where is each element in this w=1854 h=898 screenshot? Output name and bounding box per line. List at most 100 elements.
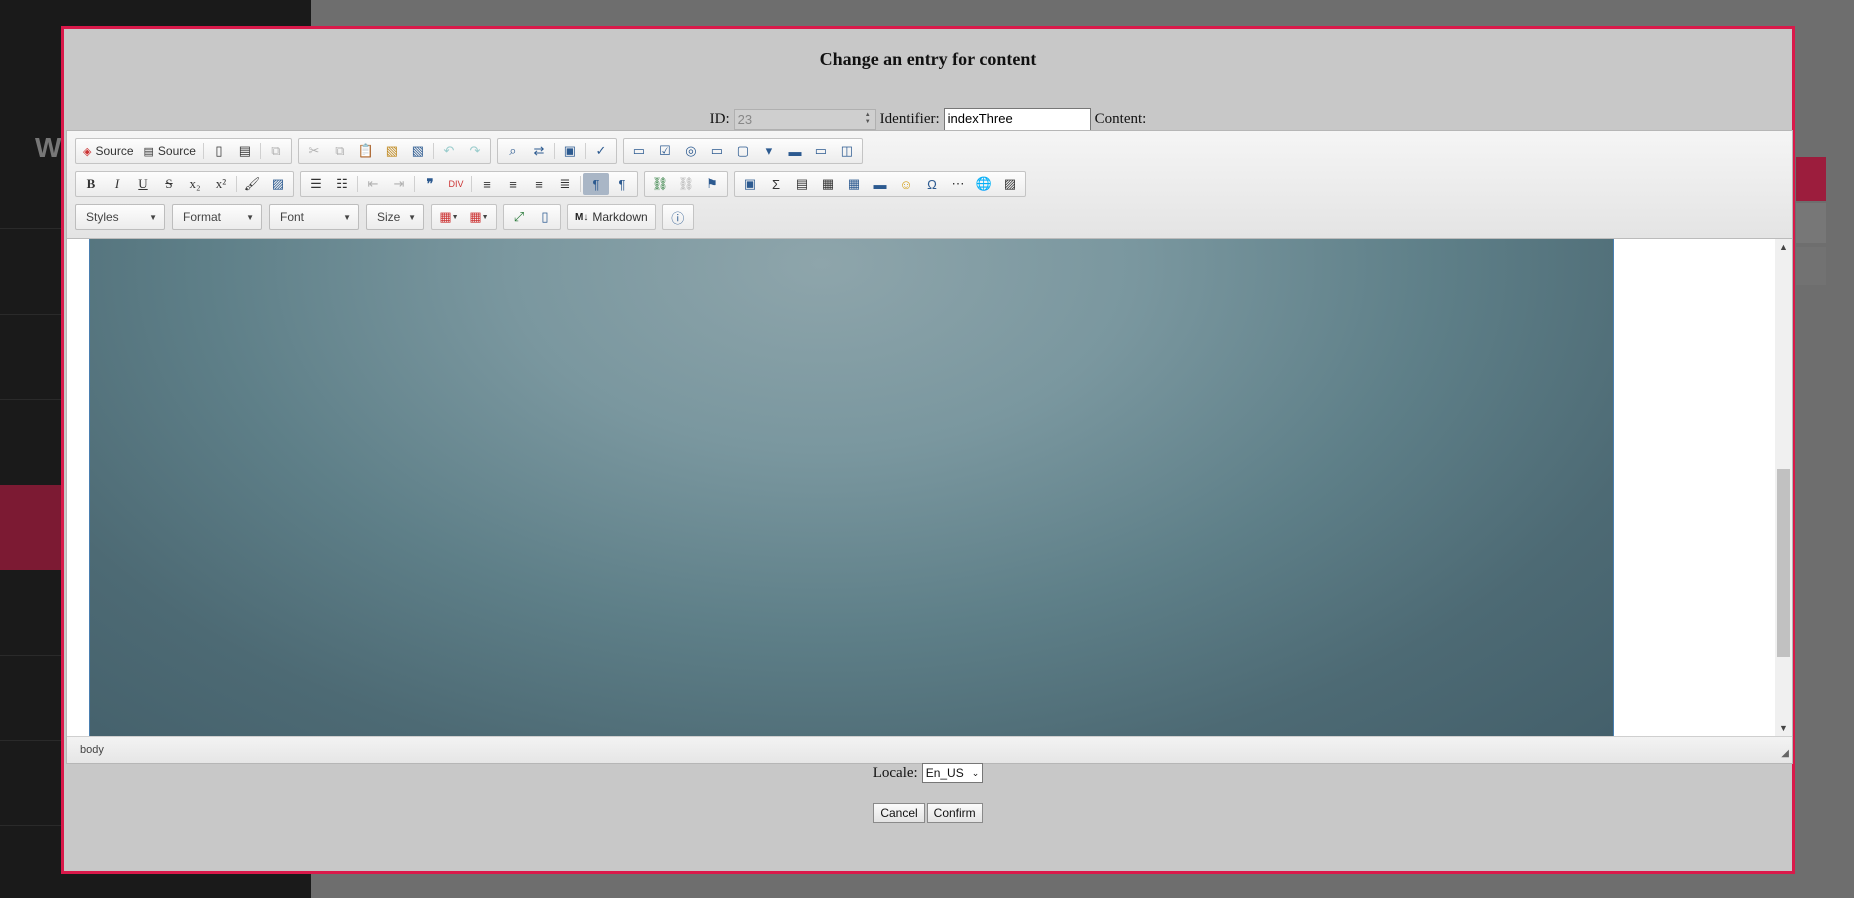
button-field-icon[interactable]: ▬: [782, 140, 808, 162]
outdent-icon[interactable]: ⇤: [360, 173, 386, 195]
image-gallery-icon[interactable]: ▨: [997, 173, 1023, 195]
numbered-list-icon[interactable]: ☰: [303, 173, 329, 195]
dialog-buttons: Cancel Confirm: [64, 803, 1792, 823]
strike-icon[interactable]: S: [156, 173, 182, 195]
align-center-icon[interactable]: ≡: [500, 173, 526, 195]
remove-format-icon[interactable]: ▨: [265, 173, 291, 195]
source-button[interactable]: ◈ Source: [78, 140, 139, 162]
text-color-icon[interactable]: ▦ ▼: [434, 206, 464, 228]
subscript-icon[interactable]: x₂: [182, 173, 208, 195]
styles-label: Styles: [86, 210, 119, 224]
templates-icon[interactable]: ⧉: [263, 140, 289, 162]
new-page-icon[interactable]: ▯: [206, 140, 232, 162]
creatediv-icon[interactable]: DIV: [443, 173, 469, 195]
math-icon[interactable]: Σ: [763, 173, 789, 195]
element-path[interactable]: body: [80, 744, 104, 756]
smiley-icon[interactable]: ☺: [893, 173, 919, 195]
confirm-button[interactable]: Confirm: [926, 803, 983, 823]
image-icon[interactable]: ▣: [737, 173, 763, 195]
spellcheck-icon[interactable]: ✓: [588, 140, 614, 162]
toolbar-separator: [432, 143, 434, 159]
locale-select[interactable]: En_US ⌄: [921, 763, 984, 783]
toolbar-row-1: ◈ Source ▤ Source ▯ ▤ ⧉ ✂ ⧉ 📋 ▧ ▧ ↶ ↷ ⌕ …: [75, 137, 869, 165]
scroll-down-icon[interactable]: ▼: [1775, 720, 1792, 736]
italic-icon[interactable]: I: [104, 173, 130, 195]
styles-dropdown[interactable]: Styles ▼: [75, 204, 165, 230]
undo-icon[interactable]: ↶: [436, 140, 462, 162]
underline-icon[interactable]: U: [130, 173, 156, 195]
radio-icon[interactable]: ◎: [678, 140, 704, 162]
copy-icon[interactable]: ⧉: [327, 140, 353, 162]
find-icon[interactable]: ⌕: [500, 140, 526, 162]
select-all-icon[interactable]: ▣: [557, 140, 583, 162]
toolbar-separator: [584, 143, 586, 159]
font-dropdown[interactable]: Font ▼: [269, 204, 359, 230]
bold-icon[interactable]: B: [78, 173, 104, 195]
toolbar-row-2: B I U S x₂ x² 🖌 ▨ ☰ ☷ ⇤ ⇥ ❞ DIV ≡ ≡ ≡ ≣ …: [75, 170, 1032, 198]
scroll-thumb[interactable]: [1777, 469, 1790, 657]
markdown-label: Markdown: [592, 210, 648, 224]
align-left-icon[interactable]: ≡: [474, 173, 500, 195]
toolbar-group-insert: ▣ Σ ▤ ▦ ▦ ▬ ☺ Ω ⋯ 🌐 ▨: [734, 171, 1026, 197]
checkbox-icon[interactable]: ☑: [652, 140, 678, 162]
info-icon[interactable]: ⓘ: [665, 206, 691, 228]
cancel-button[interactable]: Cancel: [873, 803, 925, 823]
background-button[interactable]: [1796, 247, 1826, 285]
background-button[interactable]: [1796, 203, 1826, 243]
paste-text-icon[interactable]: ▧: [379, 140, 405, 162]
markdown-button[interactable]: M↓ Markdown: [570, 206, 653, 228]
markdown-icon: M↓: [575, 211, 589, 223]
source-button-label: Source: [95, 144, 134, 158]
align-justify-icon[interactable]: ≣: [552, 173, 578, 195]
indent-icon[interactable]: ⇥: [386, 173, 412, 195]
size-dropdown[interactable]: Size ▼: [366, 204, 424, 230]
scroll-up-icon[interactable]: ▲: [1775, 239, 1792, 255]
link-icon[interactable]: ⛓: [647, 173, 673, 195]
select-field-icon[interactable]: ▾: [756, 140, 782, 162]
redo-icon[interactable]: ↷: [462, 140, 488, 162]
show-blocks-icon[interactable]: ▯: [532, 206, 558, 228]
content-image[interactable]: [89, 239, 1614, 736]
table-icon[interactable]: ▦: [841, 173, 867, 195]
text-direction-rtl-icon[interactable]: ¶: [609, 173, 635, 195]
toolbar-separator: [259, 143, 261, 159]
video-icon[interactable]: ▦: [815, 173, 841, 195]
superscript-icon[interactable]: x²: [208, 173, 234, 195]
background-action-button[interactable]: [1796, 157, 1826, 201]
bg-color-icon[interactable]: ▦ ▼: [464, 206, 494, 228]
replace-icon[interactable]: ⇄: [526, 140, 552, 162]
maximize-icon[interactable]: ⤢: [506, 206, 532, 228]
page-break-icon[interactable]: ⋯: [945, 173, 971, 195]
editor-scrollbar[interactable]: ▲ ▼: [1775, 239, 1792, 736]
format-dropdown[interactable]: Format ▼: [172, 204, 262, 230]
source-dialog-button[interactable]: ▤ Source: [139, 140, 201, 162]
form-icon[interactable]: ▭: [626, 140, 652, 162]
horizontal-rule-icon[interactable]: ▬: [867, 173, 893, 195]
export-pdf-icon[interactable]: ▤: [232, 140, 258, 162]
iframe-icon[interactable]: 🌐: [971, 173, 997, 195]
special-char-icon[interactable]: Ω: [919, 173, 945, 195]
unlink-icon[interactable]: ⛓: [673, 173, 699, 195]
image-button-icon[interactable]: ▭: [808, 140, 834, 162]
textarea-icon[interactable]: ▢: [730, 140, 756, 162]
codesnippet-icon[interactable]: ▤: [789, 173, 815, 195]
text-direction-ltr-icon[interactable]: ¶: [583, 173, 609, 195]
copy-format-icon[interactable]: 🖌: [239, 173, 265, 195]
spinner-icon[interactable]: ▲ ▼: [863, 112, 873, 127]
paste-icon[interactable]: 📋: [353, 140, 379, 162]
cut-icon[interactable]: ✂: [301, 140, 327, 162]
anchor-icon[interactable]: ⚑: [699, 173, 725, 195]
identifier-label: Identifier:: [879, 110, 940, 127]
hidden-field-icon[interactable]: ◫: [834, 140, 860, 162]
background-sidebar-letter: W: [35, 132, 62, 163]
toolbar-group-forms: ▭ ☑ ◎ ▭ ▢ ▾ ▬ ▭ ◫: [622, 138, 863, 164]
bulleted-list-icon[interactable]: ☷: [329, 173, 355, 195]
paste-word-icon[interactable]: ▧: [405, 140, 431, 162]
textfield-icon[interactable]: ▭: [704, 140, 730, 162]
blockquote-icon[interactable]: ❞: [417, 173, 443, 195]
identifier-input[interactable]: indexThree: [943, 107, 1091, 131]
resize-grip-icon[interactable]: ◢: [1781, 748, 1789, 759]
editor-content-area[interactable]: ▲ ▼: [67, 239, 1792, 736]
align-right-icon[interactable]: ≡: [526, 173, 552, 195]
id-field[interactable]: 23 ▲ ▼: [733, 108, 876, 130]
